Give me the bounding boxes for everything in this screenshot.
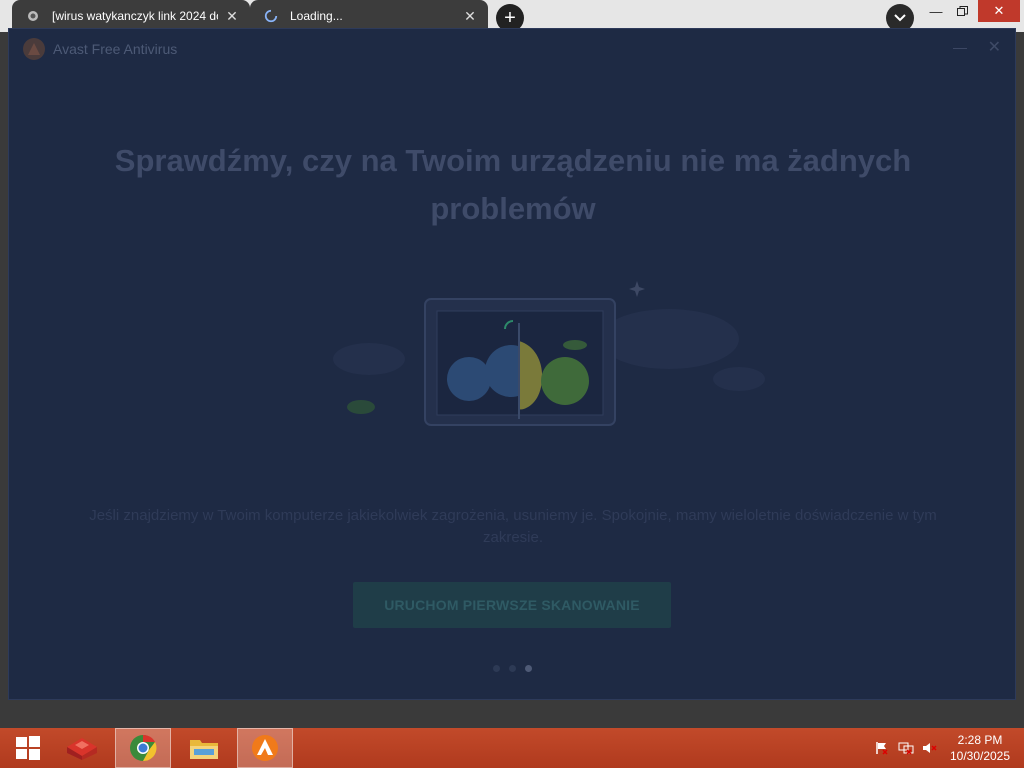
avast-logo-icon [23, 38, 45, 60]
network-status[interactable] [896, 728, 916, 768]
taskbar-chrome[interactable] [115, 728, 171, 768]
taskbar-toolbox[interactable] [54, 728, 110, 768]
chrome-browser-icon [130, 734, 157, 762]
window-restore-button[interactable] [950, 0, 974, 22]
clock-date: 10/30/2025 [949, 749, 1011, 763]
carousel-dots [9, 665, 1015, 672]
volume-muted-icon [923, 743, 937, 753]
taskbar-file-explorer[interactable] [176, 728, 232, 768]
page-favicon-icon [26, 9, 40, 23]
taskbar-avast[interactable] [237, 728, 293, 768]
app-title: Avast Free Antivirus [53, 41, 178, 57]
avast-icon [252, 735, 278, 761]
carousel-dot[interactable] [508, 665, 516, 672]
action-center-flag[interactable] [872, 728, 892, 768]
carousel-dot[interactable] [492, 665, 500, 672]
clock-time: 2:28 PM [957, 733, 1003, 747]
window-close-button[interactable]: ✕ [978, 0, 1020, 22]
taskbar-clock[interactable]: 2:28 PM 10/30/2025 [942, 732, 1018, 764]
run-first-scan-button[interactable]: URUCHOM PIERWSZE SKANOWANIE [353, 582, 671, 628]
onboarding-description: Jeśli znajdziemy w Twoim komputerze jaki… [89, 507, 937, 546]
loading-spinner-icon [264, 9, 278, 23]
tab-title: [wirus watykanczyk link 2024 do [52, 9, 218, 23]
flag-icon [876, 742, 888, 755]
toolbox-icon [67, 738, 97, 760]
file-explorer-icon [190, 740, 218, 759]
close-tab-icon[interactable]: ✕ [224, 8, 240, 24]
avast-header: Avast Free Antivirus — ✕ [9, 29, 1015, 69]
start-button[interactable] [0, 728, 56, 768]
close-tab-icon[interactable]: ✕ [462, 8, 478, 24]
windows-start-icon [16, 736, 40, 760]
chevron-down-icon [894, 14, 906, 22]
volume-control[interactable] [920, 728, 940, 768]
network-icon [898, 742, 914, 755]
windows-taskbar: 2:28 PM 10/30/2025 [0, 728, 1024, 768]
tab-title: Loading... [290, 9, 343, 23]
device-scan-illustration [333, 281, 765, 426]
minimize-icon[interactable]: — [953, 39, 967, 55]
carousel-dot-active[interactable] [524, 665, 532, 672]
avast-window: Avast Free Antivirus — ✕ Sprawdźmy, czy … [8, 28, 1016, 700]
onboarding-headline: Sprawdźmy, czy na Twoim urządzeniu nie m… [114, 143, 912, 226]
window-minimize-button[interactable]: — [922, 0, 950, 22]
close-icon[interactable]: ✕ [988, 37, 1001, 57]
